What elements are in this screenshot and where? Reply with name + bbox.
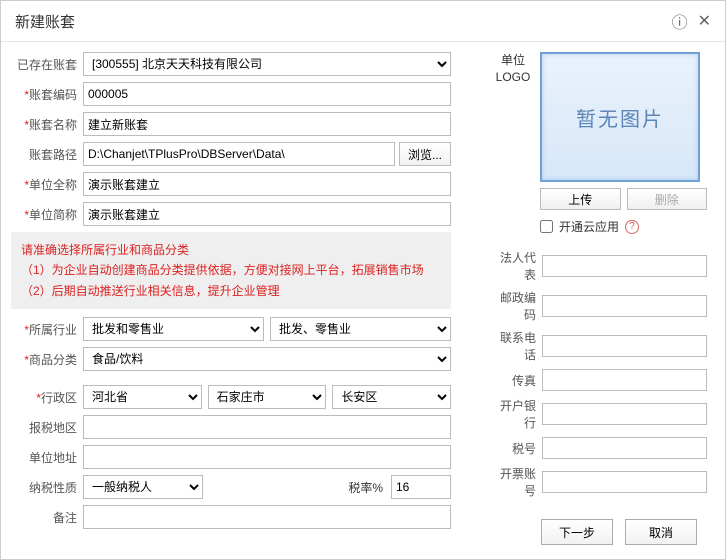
city-select[interactable]: 石家庄市: [208, 385, 327, 409]
cloud-checkbox[interactable]: [540, 220, 553, 233]
bank-label: 开户银行: [492, 397, 542, 431]
delete-button[interactable]: 删除: [627, 188, 708, 210]
taxno-input[interactable]: [542, 437, 707, 459]
zip-label: 邮政编码: [492, 289, 542, 323]
bank-input[interactable]: [542, 403, 707, 425]
fax-input[interactable]: [542, 369, 707, 391]
path-label: 账套路径: [11, 146, 83, 163]
taxtype-select[interactable]: 一般纳税人: [83, 475, 203, 499]
taxrate-input[interactable]: [391, 475, 451, 499]
right-panel: 单位 LOGO 暂无图片 上传 删除 开通云应用 ? 法人代表 邮政编码 联系电…: [492, 52, 707, 535]
industry-label: 所属行业: [29, 323, 77, 337]
title-bar: 新建账套 ⓘ ✕: [1, 1, 725, 42]
invoice-input[interactable]: [542, 471, 707, 493]
code-input[interactable]: [83, 82, 451, 106]
fullname-label: 单位全称: [29, 178, 77, 192]
remark-label: 备注: [11, 509, 83, 526]
close-icon[interactable]: ✕: [698, 11, 711, 31]
remark-input[interactable]: [83, 505, 451, 529]
zip-input[interactable]: [542, 295, 707, 317]
taxtype-label: 纳税性质: [11, 479, 83, 496]
upload-button[interactable]: 上传: [540, 188, 621, 210]
address-label: 单位地址: [11, 449, 83, 466]
industry-sub-select[interactable]: 批发、零售业: [270, 317, 451, 341]
province-select[interactable]: 河北省: [83, 385, 202, 409]
shortname-input[interactable]: [83, 202, 451, 226]
phone-input[interactable]: [542, 335, 707, 357]
cancel-button[interactable]: 取消: [625, 519, 697, 545]
help-icon[interactable]: ?: [625, 220, 639, 234]
region-label: 行政区: [41, 391, 77, 405]
taxno-label: 税号: [492, 440, 542, 457]
legal-label: 法人代表: [492, 249, 542, 283]
existing-account-label: 已存在账套: [11, 56, 83, 73]
phone-label: 联系电话: [492, 329, 542, 363]
logo-placeholder: 暂无图片: [540, 52, 700, 182]
taxloc-input[interactable]: [83, 415, 451, 439]
name-input[interactable]: [83, 112, 451, 136]
next-button[interactable]: 下一步: [541, 519, 613, 545]
fax-label: 传真: [492, 372, 542, 389]
legal-input[interactable]: [542, 255, 707, 277]
window-title: 新建账套: [15, 11, 75, 32]
taxrate-label: 税率%: [348, 479, 383, 496]
district-select[interactable]: 长安区: [332, 385, 451, 409]
address-input[interactable]: [83, 445, 451, 469]
shortname-label: 单位简称: [29, 208, 77, 222]
cloud-label: 开通云应用: [559, 218, 619, 235]
name-label: 账套名称: [29, 118, 77, 132]
logo-label: 单位 LOGO: [492, 52, 534, 182]
browse-button[interactable]: 浏览...: [399, 142, 451, 166]
fullname-input[interactable]: [83, 172, 451, 196]
code-label: 账套编码: [29, 88, 77, 102]
footer: 下一步 取消: [541, 519, 697, 545]
taxloc-label: 报税地区: [11, 419, 83, 436]
existing-account-select[interactable]: [300555] 北京天天科技有限公司: [83, 52, 451, 76]
invoice-label: 开票账号: [492, 465, 542, 499]
category-select[interactable]: 食品/饮料: [83, 347, 451, 371]
help-icon[interactable]: ⓘ: [672, 9, 688, 33]
industry-main-select[interactable]: 批发和零售业: [83, 317, 264, 341]
category-label: 商品分类: [29, 353, 77, 367]
instructions: 请准确选择所属行业和商品分类 （1）为企业自动创建商品分类提供依据，方便对接网上…: [11, 232, 451, 309]
path-input[interactable]: [83, 142, 395, 166]
left-form: 已存在账套 [300555] 北京天天科技有限公司 *账套编码 *账套名称 账套…: [11, 52, 451, 535]
